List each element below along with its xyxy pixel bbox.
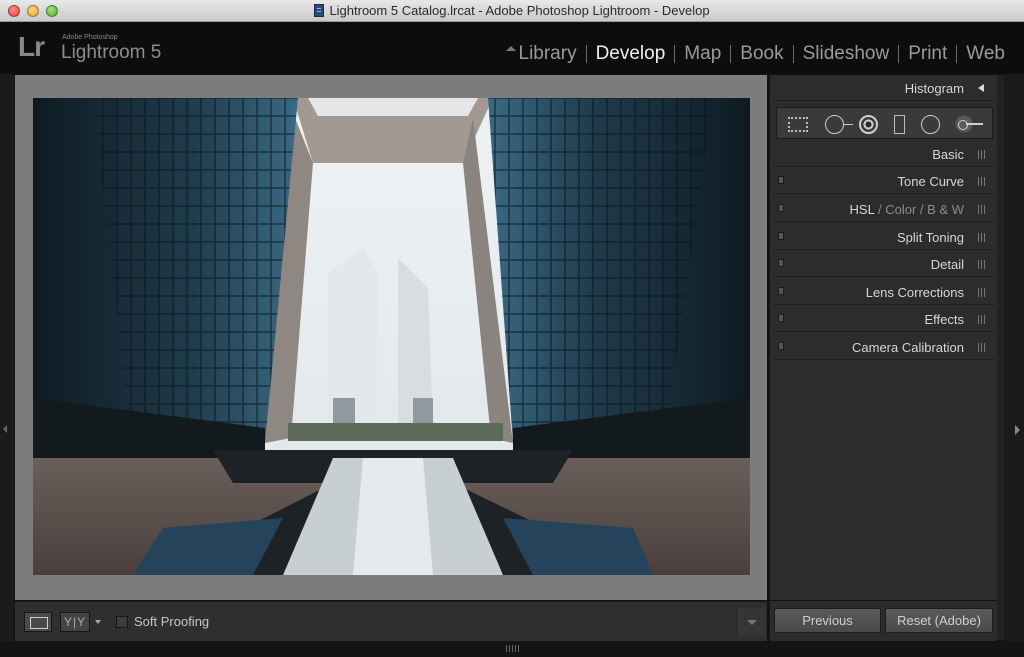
- module-book[interactable]: Book: [731, 43, 792, 65]
- tab-separator: /: [919, 202, 924, 217]
- window-title: Lightroom 5 Catalog.lrcat - Adobe Photos…: [329, 3, 710, 18]
- left-panel-toggle-icon[interactable]: [3, 425, 7, 433]
- lightroom-logo: Lr: [18, 31, 45, 62]
- tab-bw[interactable]: B & W: [927, 202, 964, 217]
- panel-detail-switch[interactable]: [778, 259, 784, 267]
- panel-split-toning[interactable]: Split Toning: [774, 224, 994, 250]
- right-panel-toggle-icon[interactable]: [1015, 425, 1020, 435]
- right-panel-scrollbar[interactable]: [997, 75, 1004, 640]
- panel-tone-curve-label: Tone Curve: [897, 174, 964, 189]
- photo-preview[interactable]: [33, 98, 750, 575]
- tab-color[interactable]: Color: [885, 202, 916, 217]
- filmstrip-toggle-icon[interactable]: [506, 645, 520, 652]
- loupe-view-button[interactable]: [24, 612, 52, 632]
- panel-split-toning-label: Split Toning: [897, 230, 964, 245]
- panel-effects-label: Effects: [924, 312, 964, 327]
- crop-overlay-icon[interactable]: [786, 108, 810, 140]
- panel-hsl-labels: HSL / Color / B & W: [850, 202, 964, 217]
- panel-detail-label: Detail: [930, 257, 964, 272]
- lightroom-window: Lightroom 5 Catalog.lrcat - Adobe Photos…: [0, 0, 1024, 657]
- panel-split-toning-switch[interactable]: [778, 232, 784, 240]
- panel-grip-icon: [978, 233, 986, 242]
- title-bar: Lightroom 5 Catalog.lrcat - Adobe Photos…: [0, 0, 1024, 22]
- module-web[interactable]: Web: [957, 43, 1014, 65]
- panel-hsl-switch[interactable]: [778, 204, 784, 212]
- panel-effects[interactable]: Effects: [774, 306, 994, 332]
- panel-lens-corrections-label: Lens Corrections: [865, 285, 964, 300]
- panel-detail[interactable]: Detail: [774, 251, 994, 277]
- panel-histogram[interactable]: Histogram: [774, 75, 994, 101]
- window-title-area: Lightroom 5 Catalog.lrcat - Adobe Photos…: [0, 3, 1024, 18]
- tab-separator: /: [877, 202, 882, 217]
- develop-toolbar: Y|Y Soft Proofing: [15, 601, 767, 641]
- collapse-triangle-icon[interactable]: [978, 84, 984, 92]
- identity-and-module-bar: Lr Adobe Photoshop Lightroom 5 Library D…: [0, 22, 1024, 74]
- graduated-filter-icon[interactable]: [889, 108, 909, 140]
- tab-hsl[interactable]: HSL: [850, 202, 875, 217]
- panel-lens-corrections-switch[interactable]: [778, 287, 784, 295]
- radial-filter-icon[interactable]: [918, 108, 942, 140]
- right-edge: [1004, 74, 1024, 644]
- soft-proofing-checkbox[interactable]: [116, 616, 128, 628]
- panel-grip-icon: [978, 315, 986, 324]
- tool-strip: [776, 107, 993, 139]
- identity-name: Lightroom 5: [61, 42, 162, 63]
- module-slideshow[interactable]: Slideshow: [794, 43, 899, 65]
- reset-button[interactable]: Reset (Adobe): [885, 608, 993, 633]
- panel-camera-calibration-switch[interactable]: [778, 342, 784, 350]
- identity-subtitle: Adobe Photoshop: [62, 34, 118, 41]
- panel-grip-icon: [978, 177, 986, 186]
- panel-grip-icon: [978, 343, 986, 352]
- toolbar-content-menu-button[interactable]: [736, 608, 766, 636]
- module-develop[interactable]: Develop: [587, 43, 675, 65]
- panel-camera-calibration-label: Camera Calibration: [852, 340, 964, 355]
- panel-basic[interactable]: Basic: [774, 141, 994, 167]
- panel-tone-curve[interactable]: Tone Curve: [774, 168, 994, 194]
- develop-right-panel: Histogram Basic Tone Curve HSL / Color /…: [769, 75, 997, 600]
- module-picker: Library Develop Map Book Slideshow Print…: [510, 42, 1015, 66]
- left-panel-collapsed[interactable]: [0, 74, 14, 644]
- right-panel-footer: Previous Reset (Adobe): [769, 601, 997, 641]
- panel-tone-curve-switch[interactable]: [778, 176, 784, 184]
- catalog-document-icon: [314, 4, 325, 17]
- before-after-dropdown-icon[interactable]: [95, 620, 101, 624]
- spot-removal-icon[interactable]: [817, 108, 853, 140]
- panel-grip-icon: [978, 150, 986, 159]
- module-library[interactable]: Library: [510, 43, 586, 65]
- adjustment-brush-icon[interactable]: [951, 108, 989, 140]
- panel-camera-calibration[interactable]: Camera Calibration: [774, 334, 994, 360]
- panel-histogram-label: Histogram: [904, 81, 964, 96]
- panel-hsl-color-bw[interactable]: HSL / Color / B & W: [774, 196, 994, 222]
- panel-grip-icon: [978, 288, 986, 297]
- panel-grip-icon: [978, 205, 986, 214]
- panel-lens-corrections[interactable]: Lens Corrections: [774, 279, 994, 305]
- panel-basic-label: Basic: [932, 147, 964, 162]
- before-after-button[interactable]: Y|Y: [60, 612, 90, 632]
- loupe-view: [15, 75, 767, 600]
- module-print[interactable]: Print: [899, 43, 956, 65]
- architecture-photo: [33, 98, 750, 575]
- soft-proofing-label: Soft Proofing: [134, 614, 210, 629]
- panel-grip-icon: [978, 260, 986, 269]
- module-map[interactable]: Map: [675, 43, 730, 65]
- red-eye-icon[interactable]: [856, 108, 880, 140]
- panel-effects-switch[interactable]: [778, 314, 784, 322]
- previous-button[interactable]: Previous: [774, 608, 881, 633]
